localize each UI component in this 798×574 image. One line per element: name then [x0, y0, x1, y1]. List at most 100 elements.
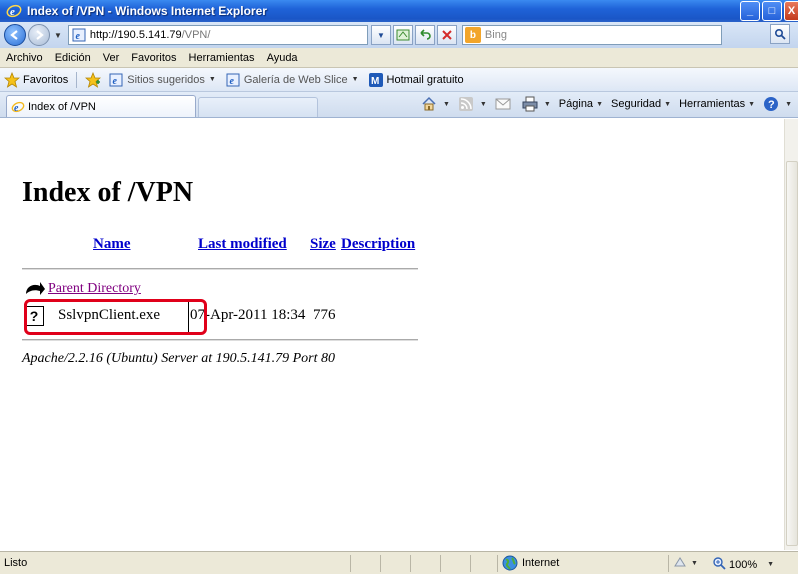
- stop-button[interactable]: [436, 25, 457, 45]
- security-zone[interactable]: Internet: [502, 555, 559, 571]
- search-icon: [774, 28, 786, 40]
- chevron-down-icon: ▼: [543, 100, 551, 108]
- scrollbar-thumb[interactable]: [786, 161, 798, 546]
- chevron-down-icon: ▼: [785, 100, 792, 108]
- read-mail-button[interactable]: [495, 96, 514, 112]
- parent-directory-row: Parent Directory: [24, 279, 141, 299]
- bing-icon: b: [464, 27, 481, 43]
- back-button[interactable]: [4, 24, 26, 46]
- add-favorite-icon[interactable]: [85, 71, 102, 88]
- protected-mode-icon: [673, 556, 687, 571]
- chevron-down-icon: ▼: [208, 76, 216, 83]
- chevron-down-icon: ▼: [596, 100, 603, 108]
- home-icon: [421, 96, 437, 112]
- maximize-button[interactable]: □: [762, 1, 782, 21]
- column-last-modified-link[interactable]: Last modified: [198, 236, 287, 253]
- divider: [350, 555, 351, 572]
- arrow-right-icon: [36, 30, 44, 40]
- chevron-down-icon: ▼: [664, 100, 672, 108]
- search-placeholder: Bing: [484, 29, 507, 41]
- search-input[interactable]: b Bing: [461, 25, 722, 45]
- compatibility-icon: [396, 29, 410, 41]
- svg-text:e: e: [14, 103, 19, 114]
- chevron-down-icon: ▼: [691, 560, 698, 567]
- security-menu-button[interactable]: Seguridad ▼: [611, 98, 671, 110]
- compatibility-view-button[interactable]: [392, 25, 413, 45]
- svg-text:e: e: [113, 76, 118, 87]
- address-bar[interactable]: e http://190.5.141.79/VPN/: [67, 25, 368, 45]
- help-icon: ?: [763, 96, 779, 112]
- column-description-link[interactable]: Description: [341, 236, 415, 253]
- svg-text:e: e: [229, 76, 234, 87]
- command-bar: ▼ ▼ ▼ Página ▼ Seguridad ▼ Herramientas ▼ ?…: [421, 96, 792, 112]
- zoom-control[interactable]: 100% ▼: [712, 556, 774, 573]
- divider: [497, 555, 498, 572]
- menu-herramientas[interactable]: Herramientas: [183, 52, 261, 64]
- file-size: 776: [313, 307, 336, 323]
- svg-text:?: ?: [768, 99, 775, 111]
- minimize-button[interactable]: _: [740, 1, 760, 21]
- chevron-down-icon: ▼: [479, 100, 487, 108]
- chevron-down-icon: ▼: [351, 76, 359, 83]
- home-button[interactable]: ▼: [421, 96, 450, 112]
- close-button[interactable]: X: [784, 1, 798, 21]
- ie-page-icon: e: [11, 100, 25, 114]
- web-slice-gallery-link[interactable]: e Galería de Web Slice ▼: [226, 73, 359, 87]
- hotmail-link[interactable]: M Hotmail gratuito: [368, 72, 464, 87]
- ie-page-icon: e: [109, 73, 123, 87]
- printer-icon: [522, 96, 538, 112]
- column-size-link[interactable]: Size: [310, 236, 336, 253]
- menu-bar: Archivo Edición Ver Favoritos Herramient…: [0, 48, 798, 68]
- menu-ayuda[interactable]: Ayuda: [261, 52, 304, 64]
- page-menu-button[interactable]: Página ▼: [559, 98, 603, 110]
- feeds-button[interactable]: ▼: [458, 96, 487, 112]
- menu-archivo[interactable]: Archivo: [0, 52, 49, 64]
- forward-button[interactable]: [28, 24, 50, 46]
- highlight-annotation: [24, 299, 207, 335]
- zoom-icon: [712, 556, 726, 573]
- mail-icon: [495, 96, 511, 112]
- divider: [380, 555, 381, 572]
- refresh-button[interactable]: [414, 25, 435, 45]
- svg-text:e: e: [10, 6, 15, 18]
- help-button[interactable]: ? ▼: [763, 96, 792, 112]
- search-button[interactable]: [770, 24, 790, 44]
- file-modified: 07-Apr-2011 18:34: [190, 307, 306, 323]
- history-dropdown-icon[interactable]: ▼: [54, 31, 62, 40]
- address-url: http://190.5.141.79/VPN/: [89, 29, 211, 41]
- divider: [440, 555, 441, 572]
- divider: [22, 339, 418, 340]
- column-name-link[interactable]: Name: [93, 236, 131, 253]
- svg-text:e: e: [75, 31, 80, 42]
- menu-ver[interactable]: Ver: [97, 52, 126, 64]
- address-dropdown-button[interactable]: ▼: [370, 25, 391, 45]
- status-text: Listo: [4, 557, 28, 569]
- window-title: Index of /VPN - Windows Internet Explore…: [27, 4, 267, 18]
- new-tab-button[interactable]: [198, 97, 318, 117]
- menu-edicion[interactable]: Edición: [49, 52, 97, 64]
- ie-page-icon: e: [226, 73, 240, 87]
- chevron-down-icon: ▼: [376, 30, 385, 40]
- menu-favoritos[interactable]: Favoritos: [125, 52, 182, 64]
- divider: [470, 555, 471, 572]
- divider: [410, 555, 411, 572]
- globe-icon: [502, 555, 518, 571]
- favorites-button[interactable]: Favoritos: [23, 74, 68, 86]
- divider: [668, 555, 669, 572]
- msn-icon: M: [368, 72, 383, 87]
- rss-icon: [458, 96, 474, 112]
- parent-directory-link[interactable]: Parent Directory: [48, 281, 141, 297]
- page-title: Index of /VPN: [22, 177, 194, 208]
- tools-menu-button[interactable]: Herramientas ▼: [679, 98, 755, 110]
- tab-index-of-vpn[interactable]: e Index of /VPN: [6, 95, 196, 117]
- favorites-star-icon[interactable]: [4, 71, 20, 88]
- status-bar: Listo Internet ▼ 100% ▼: [0, 551, 798, 574]
- suggested-sites-link[interactable]: e Sitios sugeridos ▼: [109, 73, 216, 87]
- internet-explorer-icon: e: [6, 3, 22, 19]
- protected-mode-button[interactable]: ▼: [673, 556, 698, 571]
- page-content: Index of /VPN Name Last modified Size De…: [0, 119, 784, 550]
- title-bar: e Index of /VPN - Windows Internet Explo…: [0, 0, 798, 22]
- vertical-scrollbar[interactable]: [784, 119, 798, 550]
- page-icon: e: [72, 28, 86, 42]
- print-button[interactable]: ▼: [522, 96, 551, 112]
